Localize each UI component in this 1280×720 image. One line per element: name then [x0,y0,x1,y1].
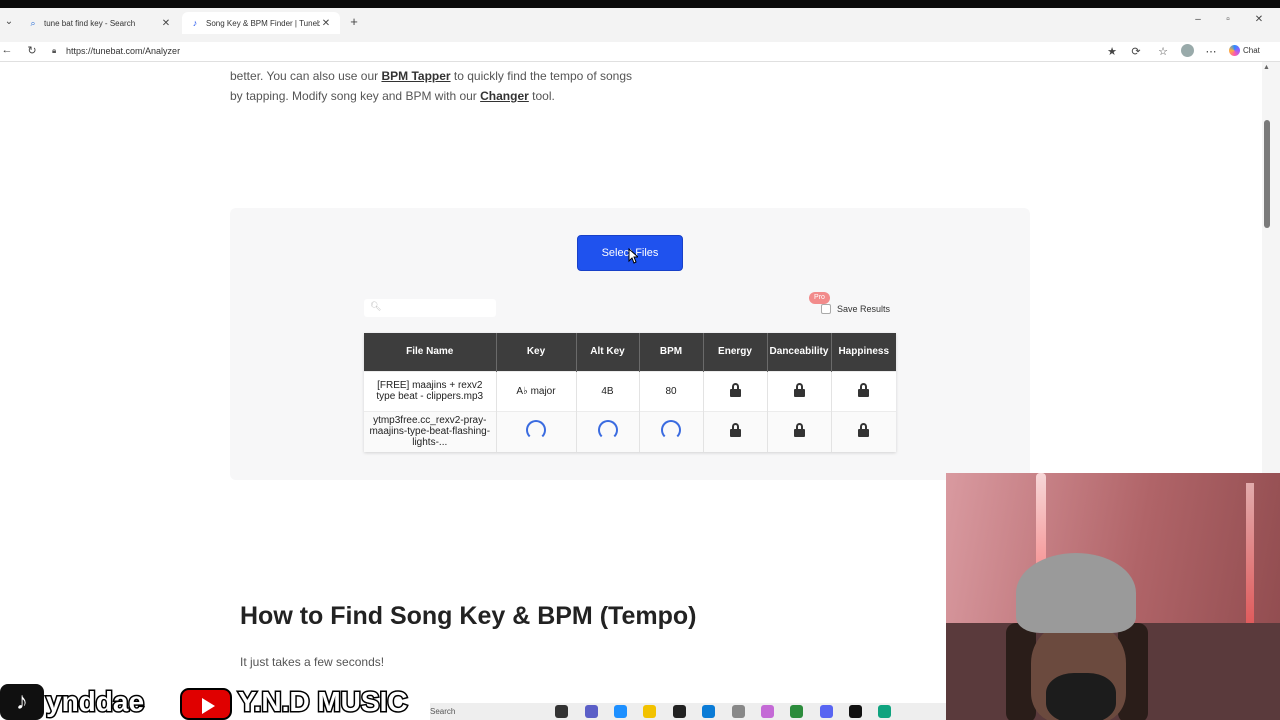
app-icon[interactable] [732,705,745,718]
webcam-overlay [946,473,1280,720]
column-header-file-name[interactable]: File Name [364,333,497,371]
tunebat-favicon-icon: ♪ [192,18,198,28]
results-table: File Name Key Alt Key BPM Energy Danceab… [364,333,896,452]
lock-icon [729,382,741,397]
copilot-app-icon[interactable] [761,705,774,718]
more-menu-icon[interactable]: ⋯ [1204,45,1218,58]
favorite-star-icon[interactable]: ★ [1105,45,1119,58]
lock-icon [793,382,805,397]
column-header-happiness[interactable]: Happiness [831,333,896,371]
bpm-tapper-link[interactable]: BPM Tapper [381,69,450,83]
tab-tunebat[interactable]: ♪ Song Key & BPM Finder | Tunebat ✕ [182,12,340,34]
store-icon[interactable] [702,705,715,718]
extensions-icon[interactable]: ⟳ [1129,45,1143,58]
file-explorer-icon[interactable] [643,705,656,718]
profile-avatar[interactable] [1181,44,1194,57]
scrollbar-thumb[interactable] [1264,120,1270,228]
howto-heading: How to Find Song Key & BPM (Tempo) [240,602,697,630]
table-row: ytmp3free.cc_rexv2-pray-maajins-type-bea… [364,410,896,452]
bpm-cell: 80 [639,370,704,411]
loading-spinner-icon [526,420,546,441]
back-icon[interactable]: ← [0,44,14,56]
close-tab-icon[interactable]: ✕ [160,18,172,29]
edge-icon[interactable] [614,705,627,718]
energy-cell[interactable] [703,410,768,452]
column-header-danceability[interactable]: Danceability [767,333,832,371]
happiness-cell[interactable] [831,370,896,411]
danceability-cell[interactable] [767,370,832,411]
favorites-icon[interactable]: ☆ [1156,45,1170,58]
copilot-chat-button[interactable]: Chat [1229,45,1260,56]
windows-taskbar [430,703,946,720]
table-header-row: File Name Key Alt Key BPM Energy Danceab… [364,333,896,371]
key-cell: A♭ major [496,370,577,411]
intro-text: by tapping. Modify song key and BPM with… [230,89,481,103]
tab-search[interactable]: ⌕ tune bat find key - Search ✕ [20,12,180,34]
taskbar-search[interactable]: Search [430,707,455,716]
column-header-energy[interactable]: Energy [703,333,768,371]
youtube-icon [180,688,232,720]
column-header-bpm[interactable]: BPM [639,333,704,371]
pro-badge: Pro [809,292,830,304]
tab-title: tune bat find key - Search [44,18,136,28]
loading-spinner-icon [597,420,618,441]
close-window-icon[interactable]: ✕ [1250,14,1268,25]
task-view-icon[interactable] [555,705,568,718]
close-tab-icon[interactable]: ✕ [320,18,332,29]
chrome-icon[interactable] [790,705,803,718]
column-header-key[interactable]: Key [496,333,577,371]
key-cell [496,410,577,452]
happiness-cell[interactable] [831,410,896,452]
mouse-cursor-icon [628,248,638,264]
intro-text: better. You can also use our [230,69,382,83]
new-tab-icon[interactable]: + [346,14,362,29]
maximize-icon[interactable]: ▫ [1219,14,1237,25]
lock-icon [858,382,870,397]
search-favicon-icon: ⌕ [30,17,36,28]
tab-title: Song Key & BPM Finder | Tunebat [206,18,320,28]
teams-icon[interactable] [585,705,598,718]
alt-key-cell: 4B [576,370,640,411]
danceability-cell[interactable] [767,410,832,452]
loading-spinner-icon [661,420,681,441]
lock-icon [858,423,870,438]
lock-icon [729,423,741,438]
chat-label: Chat [1243,46,1260,55]
minimize-icon[interactable]: – [1189,14,1207,25]
save-results-checkbox[interactable] [821,304,831,314]
save-results-label[interactable]: Save Results [837,304,890,314]
tiktok-icon: ♪ [0,684,44,720]
intro-paragraph: better. You can also use our BPM Tapper … [230,66,650,106]
tiktok-handle: ynddae [44,685,145,719]
tab-list-chevron-icon[interactable]: ⌄ [2,14,16,30]
url-field[interactable]: https://tunebat.com/Analyzer [66,46,180,56]
changer-link[interactable]: Changer [480,89,529,103]
copilot-icon [1229,45,1240,56]
lock-icon [793,423,805,438]
obs-icon[interactable] [849,705,862,718]
youtube-channel-name: Y.N.D MUSIC [237,685,410,719]
scroll-up-icon[interactable]: ▲ [1263,64,1270,71]
intro-text: tool. [528,89,555,103]
refresh-icon[interactable]: ↻ [25,44,39,57]
lock-icon[interactable]: 🔒︎ [52,46,56,56]
edge-dev-icon[interactable] [878,705,891,718]
search-icon: 🔍︎ [370,301,382,311]
bpm-cell [639,410,704,452]
table-row: [FREE] maajins + rexv2 type beat - clipp… [364,370,896,411]
terminal-icon[interactable] [673,705,686,718]
address-bar: ← ↻ 🔒︎ https://tunebat.com/Analyzer ★ ⟳ … [0,42,1280,62]
column-header-alt-key[interactable]: Alt Key [576,333,640,371]
alt-key-cell [576,410,640,452]
howto-subtext: It just takes a few seconds! [240,655,385,669]
file-name-cell: [FREE] maajins + rexv2 type beat - clipp… [364,370,497,411]
search-input[interactable]: 🔍︎ [364,299,496,317]
energy-cell[interactable] [703,370,768,411]
file-name-cell: ytmp3free.cc_rexv2-pray-maajins-type-bea… [364,410,497,452]
discord-icon[interactable] [820,705,833,718]
tab-bar: ⌄ ⌕ tune bat find key - Search ✕ ♪ Song … [0,0,1280,42]
intro-text: to quickly find the tempo of songs [450,69,633,83]
